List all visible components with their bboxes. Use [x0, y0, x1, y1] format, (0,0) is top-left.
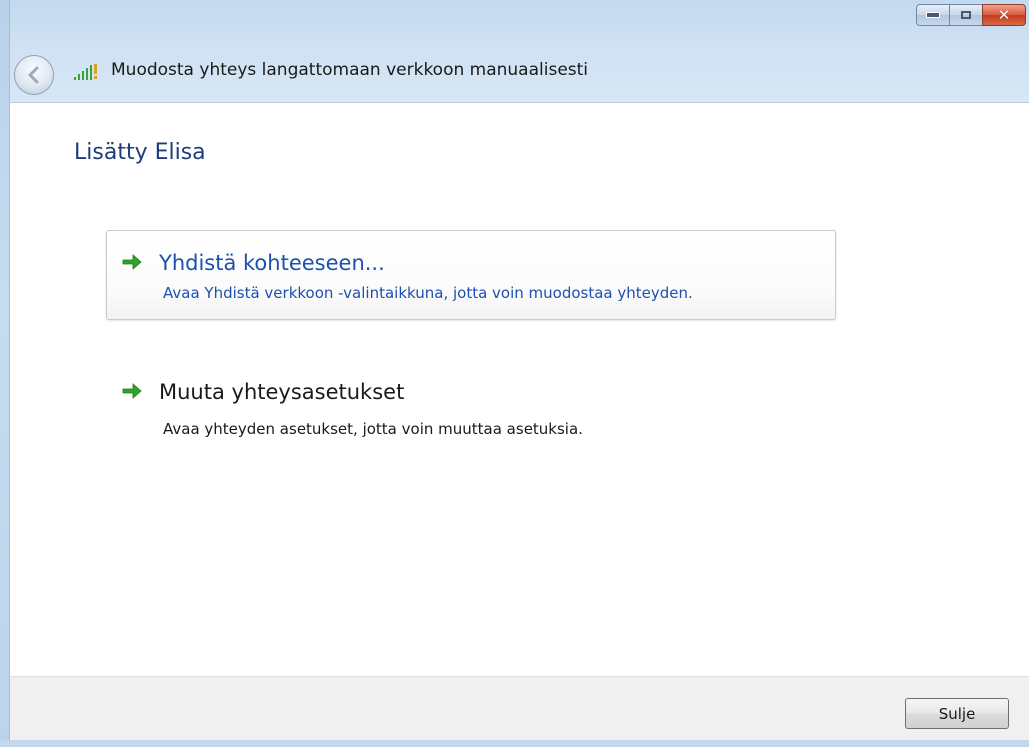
wizard-window: ✕ Muodosta yhteys langattomaan verkkoon … — [0, 0, 1029, 747]
command-link-description: Avaa yhteyden asetukset, jotta voin muut… — [163, 420, 583, 438]
close-button[interactable]: Sulje — [905, 698, 1009, 729]
close-icon: ✕ — [997, 5, 1011, 24]
maximize-button[interactable] — [950, 4, 982, 26]
close-window-button[interactable]: ✕ — [982, 4, 1026, 26]
caption-buttons: ✕ — [916, 4, 1026, 28]
window-title: Muodosta yhteys langattomaan verkkoon ma… — [111, 60, 589, 80]
back-button[interactable] — [14, 55, 54, 95]
maximize-icon — [961, 11, 971, 19]
command-link-description: Avaa Yhdistä verkkoon -valintaikkuna, jo… — [163, 284, 693, 302]
command-link-title: Muuta yhteysasetukset — [159, 380, 405, 404]
minimize-button[interactable] — [916, 4, 950, 26]
main-content: Lisätty Elisa Yhdistä kohteeseen... Avaa… — [10, 103, 1029, 675]
window-frame-bottom — [0, 740, 1029, 747]
change-settings-command-link[interactable]: Muuta yhteysasetukset Avaa yhteyden aset… — [106, 373, 836, 443]
page-heading: Lisätty Elisa — [74, 140, 206, 165]
wireless-signal-icon — [74, 64, 97, 80]
green-arrow-icon — [122, 254, 142, 270]
title-bar: ✕ Muodosta yhteys langattomaan verkkoon … — [0, 0, 1029, 103]
back-arrow-icon — [28, 66, 39, 84]
minimize-icon — [926, 12, 940, 18]
green-arrow-icon — [122, 383, 142, 399]
connect-to-command-link[interactable]: Yhdistä kohteeseen... Avaa Yhdistä verkk… — [106, 230, 836, 320]
command-link-title: Yhdistä kohteeseen... — [159, 251, 385, 275]
footer-bar: Sulje — [10, 676, 1029, 741]
window-frame-left — [0, 0, 10, 747]
